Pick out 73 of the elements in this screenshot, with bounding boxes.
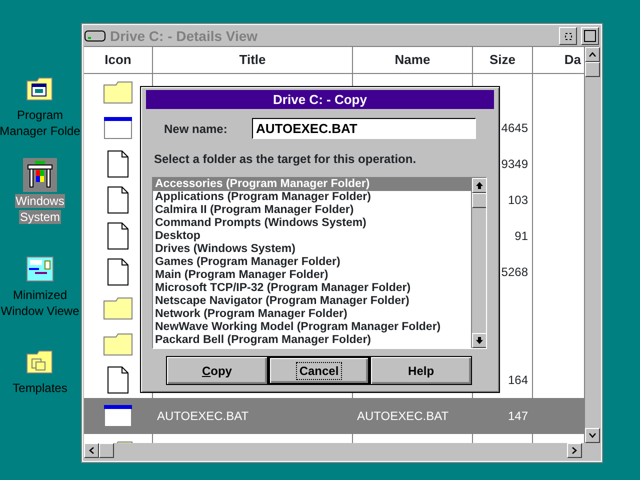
list-item[interactable]: Microsoft TCP/IP-32 (Program Manager Folder) (153, 282, 471, 295)
table-cell-text: 147 (508, 408, 528, 425)
table-cell-text: AUTOEXEC.BAT (157, 408, 249, 425)
field-label: New name: (164, 120, 228, 138)
scroll-right-button[interactable] (567, 443, 582, 458)
table-cell-text: 103 (508, 192, 528, 209)
list-item[interactable]: NewWave Working Model (Program Manager Folder) (153, 321, 471, 334)
list-item[interactable]: Network (Program Manager Folder) (153, 308, 471, 321)
window-icon (104, 117, 132, 139)
selected-row[interactable]: AUTOEXEC.BAT AUTOEXEC.BAT 147 (84, 398, 584, 434)
chevron-left-icon (89, 447, 94, 454)
scroll-thumb[interactable] (472, 193, 486, 208)
dialog-title: Drive C: - Copy (146, 90, 494, 109)
icon-label: Windows (14, 194, 66, 208)
document-icon (107, 186, 129, 214)
dialog-button[interactable]: Help (370, 356, 472, 385)
column-header[interactable]: Size (473, 47, 533, 73)
restore-icon (564, 32, 572, 40)
icon-label: Program (16, 108, 64, 122)
maximize-icon (584, 30, 596, 42)
icon-label: Manager Folde (0, 124, 82, 138)
column-header[interactable]: Title (153, 47, 353, 73)
scroll-thumb[interactable] (99, 443, 114, 458)
list-item[interactable]: Calmira II (Program Manager Folder) (153, 204, 471, 217)
table-cell-text: 9349 (501, 156, 528, 173)
restore-button[interactable] (559, 27, 577, 45)
column-header[interactable]: Name (353, 47, 473, 73)
list-item[interactable]: Accessories (Program Manager Folder) (153, 178, 471, 191)
list-item[interactable]: Command Prompts (Windows System) (153, 217, 471, 230)
folder-icon (103, 80, 133, 104)
dialog-button[interactable]: Copy (166, 356, 268, 385)
window-title: Drive C: - Details View (110, 26, 259, 46)
scroll-left-button[interactable] (84, 443, 99, 458)
arrow-down-icon (476, 337, 483, 344)
dialog-button[interactable]: Cancel (268, 356, 370, 385)
window-icon (104, 405, 132, 427)
chevron-up-icon (589, 52, 596, 57)
scroll-thumb[interactable] (585, 62, 600, 77)
list-item[interactable]: Packard Bell (Program Manager Folder) (153, 334, 471, 347)
folder-list[interactable] (152, 177, 487, 349)
list-item[interactable]: Desktop (153, 230, 471, 243)
folder-icon (103, 332, 133, 356)
name-field[interactable]: AUTOEXEC.BAT (252, 118, 476, 139)
chevron-down-icon (589, 433, 596, 438)
list-item[interactable]: Applications (Program Manager Folder) (153, 191, 471, 204)
chevron-right-icon (572, 447, 577, 454)
folder-icon (103, 296, 133, 320)
document-icon (107, 150, 129, 178)
prompt-text: Select a folder as the target for this operation. (154, 151, 418, 168)
scroll-down-button[interactable] (585, 428, 600, 443)
document-icon (107, 258, 129, 286)
scroll-up-button[interactable] (585, 47, 600, 62)
icon-label: System (18, 210, 61, 224)
list-item[interactable]: Drives (Windows System) (153, 243, 471, 256)
arrow-up-icon (476, 182, 483, 189)
scroll-down-button[interactable] (472, 333, 486, 348)
scroll-up-button[interactable] (472, 178, 486, 193)
icon-label: Window Viewe (0, 304, 80, 318)
document-icon (107, 366, 129, 394)
icon-label: Minimized (12, 288, 68, 302)
table-cell-text: 5268 (501, 264, 528, 281)
table-cell-text: 164 (508, 372, 528, 389)
icon-label: Templates (12, 381, 68, 395)
maximize-button[interactable] (581, 27, 599, 45)
table-cell-text: 4645 (501, 120, 528, 137)
table-cell-text: 91 (514, 228, 528, 245)
list-item[interactable]: Main (Program Manager Folder) (153, 269, 471, 282)
document-icon (107, 222, 129, 250)
column-header[interactable]: Icon (84, 47, 153, 73)
table-cell-text: AUTOEXEC.BAT (357, 408, 449, 425)
column-header[interactable]: Da (533, 47, 581, 73)
list-item[interactable]: Netscape Navigator (Program Manager Folder) (153, 295, 471, 308)
list-item[interactable]: Games (Program Manager Folder) (153, 256, 471, 269)
